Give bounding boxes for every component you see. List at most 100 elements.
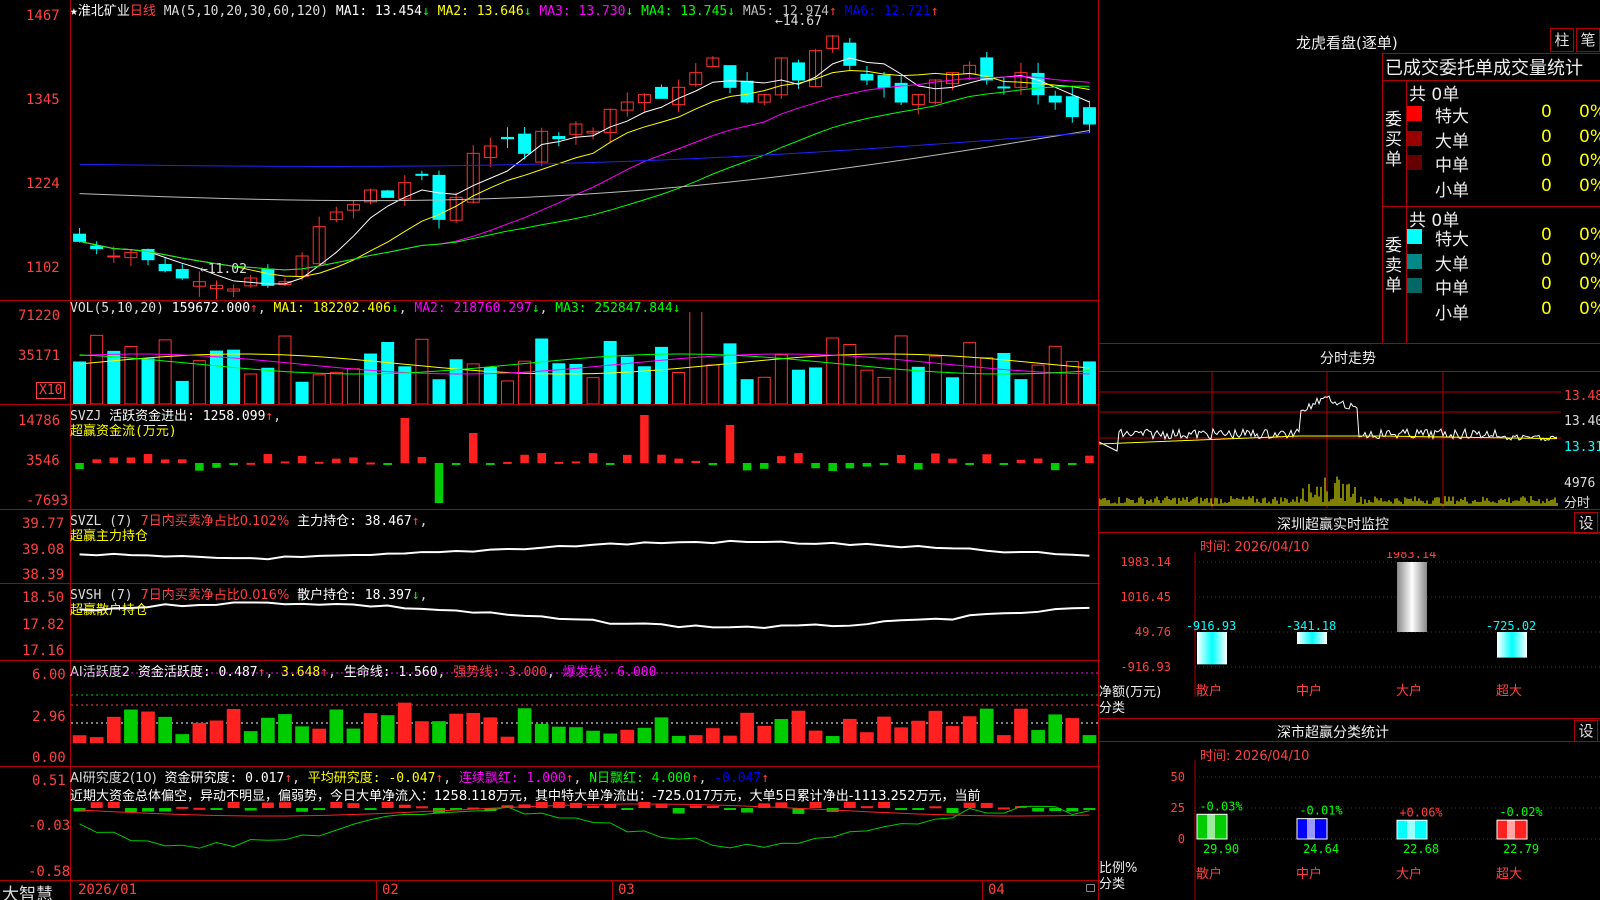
candle-body — [415, 173, 429, 176]
volume-bar — [826, 337, 840, 404]
candlestick-chart[interactable] — [71, 14, 1098, 300]
monitor-category: 散户 — [1196, 683, 1222, 699]
activity-bar — [363, 713, 378, 743]
sell-order-count: 0 — [1541, 225, 1552, 245]
research-bar — [244, 808, 257, 811]
activity-bar — [89, 737, 104, 743]
sell-order-pct: 0% — [1579, 249, 1600, 270]
fund-flow-bar — [212, 463, 221, 468]
fund-flow-bar — [160, 459, 170, 463]
brand-label: 大智慧 — [2, 885, 53, 900]
activity-bar — [141, 711, 155, 743]
svzl-line[interactable] — [71, 510, 1098, 582]
monitor-axis-label: 1983.14 — [1120, 555, 1171, 569]
research-bar — [347, 803, 360, 808]
volume-bar — [90, 334, 104, 404]
activity-bar — [911, 720, 926, 743]
volume-bar — [107, 350, 121, 404]
intraday-chart[interactable] — [1099, 372, 1561, 508]
ai-active-bars[interactable] — [71, 661, 1098, 765]
activity-bar — [723, 735, 737, 743]
activity-bar — [740, 712, 754, 743]
class-axis-label: 75 — [1171, 760, 1185, 763]
fund-flow-bar — [1068, 463, 1077, 465]
buy-order-swatch — [1407, 130, 1422, 146]
research-bar — [261, 802, 274, 808]
activity-bar — [329, 709, 344, 743]
candle-body — [1082, 107, 1096, 125]
buy-order-count: 0 — [1541, 151, 1552, 171]
research-bar — [946, 808, 959, 814]
class-change-label: -0.03% — [1199, 799, 1243, 813]
fund-flow-bar — [468, 433, 478, 463]
activity-bar — [449, 713, 463, 743]
svzl-axis-1: 39.08 — [22, 542, 65, 558]
sz-class-settings-button[interactable]: 设 — [1574, 720, 1598, 742]
class-bar-highlight — [1407, 820, 1415, 839]
volume-bar — [757, 376, 771, 404]
buy-order-name: 小单 — [1435, 180, 1469, 201]
fund-flow-bar — [486, 463, 495, 465]
fund-flow-bar — [811, 463, 820, 469]
svsh-line[interactable] — [71, 585, 1098, 659]
intraday-axis-2: 13.31 — [1564, 440, 1600, 455]
candle-body — [552, 136, 566, 140]
activity-bar — [158, 716, 172, 743]
volume-bars[interactable] — [71, 312, 1098, 404]
activity-bar — [124, 709, 138, 743]
volume-bar — [329, 371, 343, 404]
activity-bar — [671, 735, 686, 743]
activity-bar — [842, 718, 857, 743]
research-bar — [843, 802, 856, 808]
candle-body — [860, 73, 874, 81]
svzj-axis-1: 3546 — [26, 453, 60, 469]
activity-bar — [997, 735, 1011, 743]
candle-body — [381, 190, 395, 198]
class-category: 大户 — [1396, 866, 1422, 882]
sz-class-chart[interactable]: 75 50 25 0 -0.03% 29.90 散户 -0.01% 24.64 中户 +0.06% 2… — [1099, 760, 1600, 900]
activity-bar — [688, 735, 703, 743]
activity-bar — [860, 732, 874, 743]
monitor-axis-label: -916.93 — [1120, 660, 1171, 674]
avg-price-line — [1099, 435, 1558, 445]
buy-order-count: 0 — [1541, 126, 1552, 147]
fund-flow-bar — [1085, 455, 1094, 463]
monitor-bar — [1397, 562, 1427, 632]
sz-monitor-settings-button[interactable]: 设 — [1574, 512, 1598, 534]
tab-pen[interactable]: 笔 — [1576, 28, 1600, 52]
ma-line — [79, 69, 1090, 278]
volume-bar — [860, 369, 874, 404]
fund-flow-bar — [674, 458, 683, 463]
volume-bar — [210, 350, 223, 404]
activity-bar — [603, 733, 618, 743]
fund-flow-bar — [383, 463, 392, 465]
volume-bar — [672, 372, 686, 404]
sz-monitor-chart[interactable]: 1983.14 1016.45 49.76 -916.93 -916.93 散户 -341.… — [1099, 552, 1600, 718]
class-value-label: 22.79 — [1503, 842, 1539, 856]
tab-column[interactable]: 柱 — [1550, 28, 1574, 52]
buy-orders-label: 委买单 — [1385, 110, 1402, 170]
candle-body — [261, 268, 275, 286]
activity-bar — [928, 710, 943, 743]
main-chart-area[interactable]: ★淮北矿业日线 MA(5,10,20,30,60,120) MA1: 13.45… — [0, 0, 1100, 900]
sell-order-count: 0 — [1541, 249, 1552, 270]
class-axis-label: 25 — [1171, 801, 1185, 815]
lock-icon[interactable] — [1086, 884, 1095, 892]
svzj-bars[interactable] — [71, 406, 1098, 508]
volume-bar — [244, 373, 258, 404]
monitor-axis-label: 49.76 — [1135, 625, 1171, 639]
ai-research-chart[interactable] — [71, 802, 1098, 880]
activity-bar — [551, 726, 566, 743]
fund-flow-bar — [400, 418, 410, 463]
fund-flow-bar — [862, 463, 872, 467]
date-jan: 2026/01 — [78, 882, 138, 898]
candle-body — [175, 269, 189, 279]
ai-research-axis-0: 0.51 — [32, 773, 66, 789]
sell-order-swatch — [1407, 253, 1422, 269]
fund-flow-bar — [571, 461, 581, 464]
activity-bar — [808, 730, 823, 743]
intraday-vol: 4976 — [1564, 476, 1596, 491]
volume-bar — [158, 339, 172, 404]
main-holding-line — [79, 539, 1090, 561]
volume-bar — [500, 380, 514, 404]
